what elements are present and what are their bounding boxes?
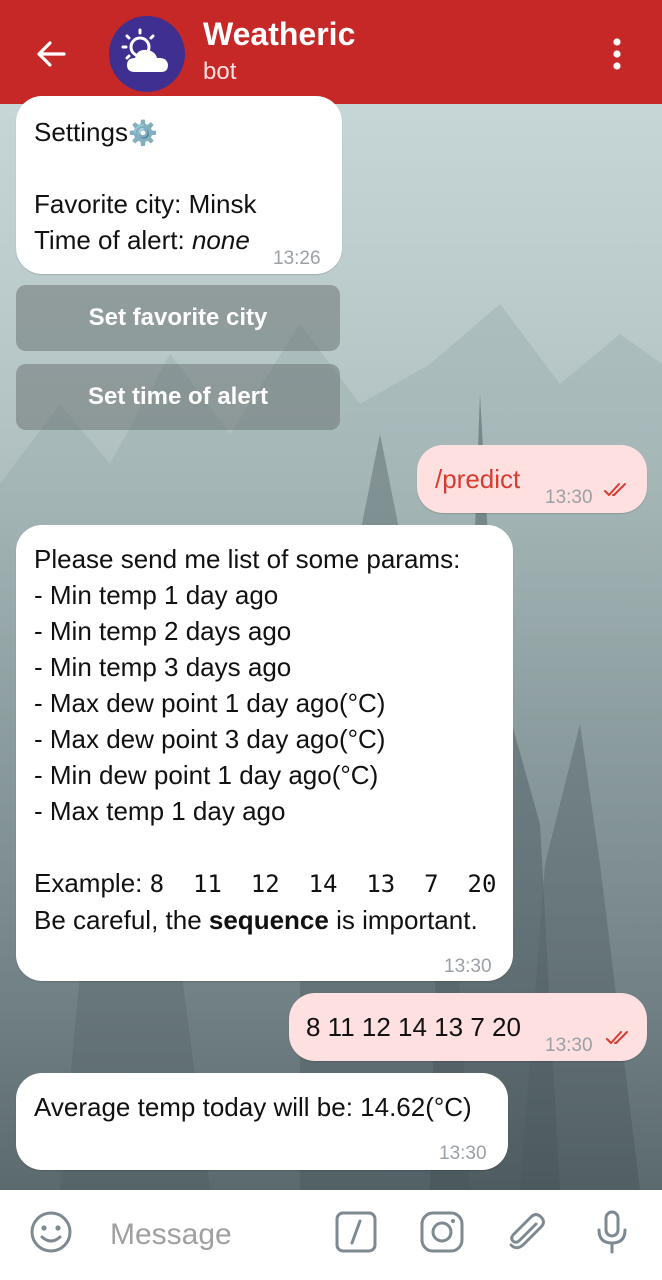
settings-title-row: Settings⚙️ (34, 114, 158, 152)
alert-time-row: Time of alert: none (34, 222, 250, 258)
menu-button[interactable] (600, 34, 634, 74)
result-text: Average temp today will be: 14.62(°C) (34, 1092, 472, 1122)
bot-commands-button[interactable] (332, 1208, 380, 1256)
chat-subtitle: bot (203, 58, 237, 85)
params-intro: Please send me list of some params: (34, 544, 461, 574)
gear-icon: ⚙️ (127, 120, 158, 147)
careful-line: Be careful, the sequence is important. (34, 902, 496, 938)
list-item: - Min temp 3 days ago (34, 652, 292, 682)
voice-record-button[interactable] (588, 1208, 636, 1256)
example-line: Example: 8 11 12 14 13 7 20 (34, 865, 496, 902)
slash-command-icon (335, 1211, 377, 1253)
set-favorite-city-button[interactable]: Set favorite city (16, 285, 340, 351)
double-check-icon (604, 483, 626, 496)
paperclip-icon (509, 1213, 545, 1250)
predict-command-message: /predict 13:30 (417, 445, 647, 513)
avatar[interactable] (109, 16, 185, 92)
prediction-result-message: Average temp today will be: 14.62(°C) 13… (16, 1073, 508, 1170)
instagram-camera-icon (420, 1211, 464, 1253)
chat-header: Weatheric bot (0, 0, 662, 104)
list-item: - Min temp 2 days ago (34, 616, 292, 646)
example-value: 8 11 12 14 13 7 20 (149, 870, 497, 898)
command-link[interactable]: /predict (435, 461, 520, 497)
chat-title[interactable]: Weatheric (203, 16, 355, 53)
microphone-icon (597, 1210, 627, 1254)
arrow-left-icon (37, 41, 66, 67)
back-button[interactable] (28, 30, 76, 78)
sun-cloud-icon (121, 28, 168, 72)
message-time: 13:30 (545, 1035, 593, 1056)
message-input[interactable] (108, 1212, 322, 1258)
careful-bold: sequence (208, 905, 329, 935)
user-values-text: 8 11 12 14 13 7 20 (306, 1012, 521, 1042)
message-time: 13:30 (444, 956, 492, 977)
alert-time-label: Time of alert: (34, 225, 192, 255)
double-check-icon (606, 1031, 628, 1044)
example-label: Example: (34, 868, 150, 898)
camera-button[interactable] (418, 1208, 466, 1256)
list-item: - Min dew point 1 day ago(°C) (34, 760, 379, 790)
params-instructions-message: Please send me list of some params: - Mi… (16, 525, 513, 981)
message-input-bar (0, 1190, 662, 1280)
list-item: - Max dew point 3 day ago(°C) (34, 724, 386, 754)
attach-button[interactable] (502, 1208, 550, 1256)
favorite-city-text: Favorite city: Minsk (34, 189, 257, 219)
emoji-button[interactable] (27, 1208, 75, 1256)
list-item: - Max temp 1 day ago (34, 796, 286, 826)
settings-message: Settings⚙️ Favorite city: Minsk Time of … (16, 96, 342, 274)
list-item: - Max dew point 1 day ago(°C) (34, 688, 386, 718)
set-alert-time-button[interactable]: Set time of alert (16, 364, 340, 430)
params-text: Please send me list of some params: - Mi… (34, 541, 496, 938)
more-vertical-icon (613, 38, 621, 70)
message-time: 13:30 (545, 487, 593, 508)
careful-post: is important. (328, 905, 478, 935)
careful-pre: Be careful, the (34, 905, 209, 935)
alert-time-value: none (191, 225, 250, 255)
message-time: 13:30 (439, 1143, 487, 1164)
settings-title: Settings (34, 117, 128, 147)
smile-icon (30, 1211, 72, 1253)
list-item: - Min temp 1 day ago (34, 580, 279, 610)
message-time: 13:26 (273, 248, 321, 269)
user-values-message: 8 11 12 14 13 7 20 13:30 (289, 993, 647, 1061)
